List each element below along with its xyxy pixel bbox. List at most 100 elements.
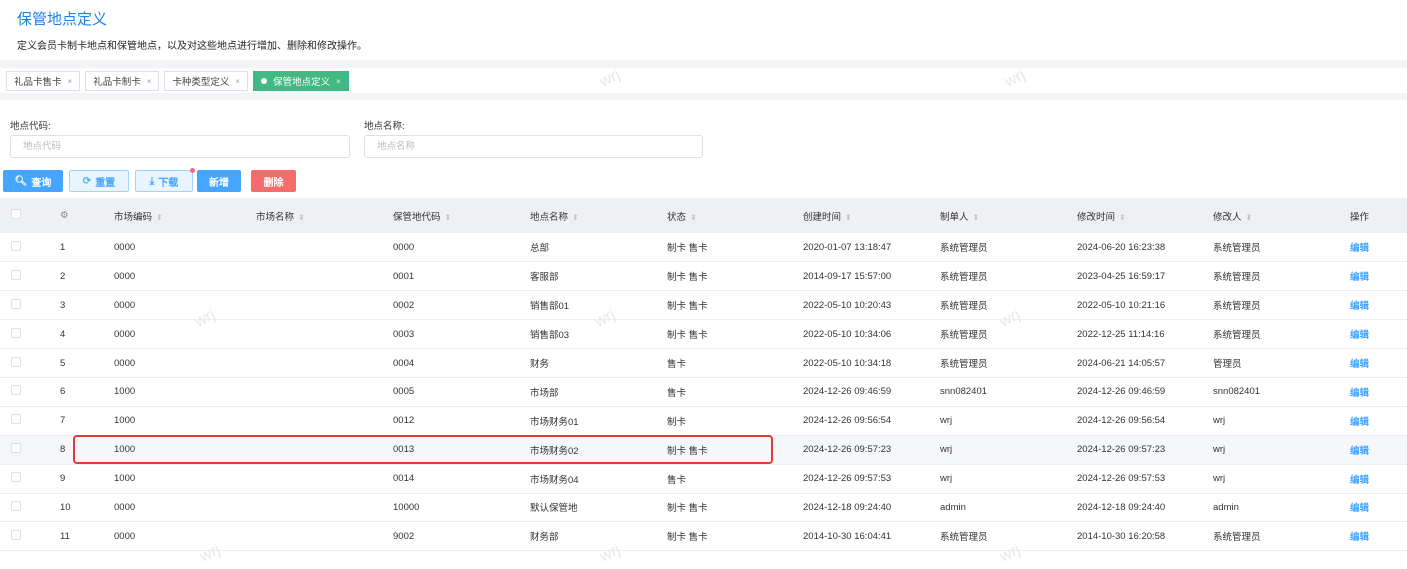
row-checkbox[interactable]	[11, 269, 21, 280]
table-cell: 0000	[100, 319, 242, 350]
table-cell: 0000	[100, 348, 242, 378]
column-header[interactable]: 创建时间 ⬍	[789, 198, 926, 233]
active-dot-icon	[261, 78, 268, 84]
table-row[interactable]: 2 0000 0001 客服部 制卡 售卡 2014-09-17 15:57:00 系统管理…	[0, 261, 1407, 292]
sort-icon[interactable]: ⬍	[445, 213, 452, 222]
table-cell: 0002	[379, 290, 516, 321]
row-checkbox[interactable]	[11, 356, 21, 367]
table-cell: 系统管理员	[1199, 261, 1336, 292]
tab-3[interactable]: 保管地点定义 ×	[253, 71, 349, 91]
table-row[interactable]: 6 1000 0005 市场部 售卡 2024-12-26 09:46:59 snn0824…	[0, 377, 1407, 407]
row-select-cell	[0, 233, 46, 263]
row-checkbox[interactable]	[11, 472, 21, 483]
close-icon[interactable]: ×	[235, 77, 240, 86]
table-cell: 2	[46, 261, 100, 292]
table-row[interactable]: 9 1000 0014 市场财务04 售卡 2024-12-26 09:57:53 wrj 2…	[0, 464, 1407, 494]
table-cell: 2024-12-26 09:46:59	[1063, 377, 1199, 407]
reset-button[interactable]: ⟳ 重置	[69, 170, 129, 192]
delete-button[interactable]: 删除	[251, 170, 296, 192]
edit-link[interactable]: 编辑	[1350, 532, 1369, 543]
sort-icon[interactable]: ⬍	[973, 213, 980, 222]
column-header[interactable]: 市场编码 ⬍	[100, 198, 242, 233]
add-button[interactable]: 新增	[197, 170, 241, 192]
table-cell: 制卡 售卡	[653, 319, 789, 350]
download-button[interactable]: ⤓ 下载	[135, 168, 195, 192]
name-input[interactable]	[364, 135, 703, 158]
table-cell: 默认保管地	[516, 493, 653, 523]
close-icon[interactable]: ×	[68, 77, 73, 86]
column-header[interactable]: 制单人 ⬍	[926, 198, 1063, 233]
tab-bar: 礼品卡售卡 × 礼品卡制卡 × 卡种类型定义 × 保管地点定义 ×	[0, 68, 1407, 93]
edit-link[interactable]: 编辑	[1350, 330, 1369, 341]
page-description: 定义会员卡制卡地点和保管地点，以及对这些地点进行增加、删除和修改操作。	[17, 41, 367, 52]
table-cell: 0003	[379, 319, 516, 350]
sort-icon[interactable]: ⬍	[298, 213, 305, 222]
tab-0[interactable]: 礼品卡售卡 ×	[6, 71, 81, 91]
table-cell: snn082401	[926, 377, 1063, 407]
edit-link[interactable]: 编辑	[1350, 359, 1369, 370]
table-cell: 1	[46, 233, 100, 263]
table-cell	[242, 290, 379, 321]
close-icon[interactable]: ×	[147, 77, 152, 86]
edit-link[interactable]: 编辑	[1350, 446, 1369, 457]
table-row[interactable]: 8 1000 0013 市场财务02 制卡 售卡 2024-12-26 09:57:23 w…	[0, 435, 1407, 465]
table-cell	[242, 233, 379, 263]
edit-link[interactable]: 编辑	[1350, 243, 1369, 254]
tab-1[interactable]: 礼品卡制卡 ×	[85, 71, 160, 91]
row-checkbox[interactable]	[11, 500, 21, 511]
edit-link[interactable]: 编辑	[1350, 272, 1369, 283]
row-checkbox[interactable]	[11, 414, 21, 425]
edit-link[interactable]: 编辑	[1350, 301, 1369, 312]
close-icon[interactable]: ×	[336, 77, 341, 86]
table-cell: wrj	[926, 464, 1063, 494]
column-header[interactable]: 修改时间 ⬍	[1063, 198, 1199, 233]
table-row[interactable]: 4 0000 0003 销售部03 制卡 售卡 2022-05-10 10:34:06 系统…	[0, 319, 1407, 350]
table-row[interactable]: 10 0000 10000 默认保管地 制卡 售卡 2024-12-18 09:24:40…	[0, 493, 1407, 523]
edit-link[interactable]: 编辑	[1350, 388, 1369, 399]
sort-icon[interactable]: ⬍	[845, 213, 852, 222]
sort-icon[interactable]: ⬍	[1246, 213, 1253, 222]
row-checkbox[interactable]	[11, 385, 21, 396]
sort-icon[interactable]: ⬍	[572, 213, 579, 222]
edit-link[interactable]: 编辑	[1350, 503, 1369, 514]
tab-2[interactable]: 卡种类型定义 ×	[164, 71, 249, 91]
table-row[interactable]: 7 1000 0012 市场财务01 制卡 2024-12-26 09:56:54 wrj 2…	[0, 406, 1407, 436]
query-button[interactable]: 🔍︎ 查询	[3, 170, 63, 192]
table-cell: admin	[1199, 493, 1336, 523]
row-checkbox[interactable]	[11, 298, 21, 309]
row-select-cell	[0, 319, 46, 350]
table-cell: 制卡 售卡	[653, 435, 789, 465]
table-cell: wrj	[1199, 406, 1336, 436]
table-cell: 2022-05-10 10:20:43	[789, 290, 926, 321]
table-row[interactable]: 5 0000 0004 财务 售卡 2022-05-10 10:34:18 系统管理员 202…	[0, 348, 1407, 378]
table-cell: 2022-05-10 10:21:16	[1063, 290, 1199, 321]
table-cell: wrj	[926, 406, 1063, 436]
row-checkbox[interactable]	[11, 240, 21, 251]
code-input[interactable]	[10, 135, 350, 158]
table-cell: 0000	[100, 233, 242, 263]
row-checkbox[interactable]	[11, 529, 21, 540]
sort-icon[interactable]: ⬍	[156, 213, 163, 222]
download-icon: ⤓	[149, 175, 155, 187]
edit-link[interactable]: 编辑	[1350, 417, 1369, 428]
table-row[interactable]: 11 0000 9002 财务部 制卡 售卡 2014-10-30 16:04:41 系统管…	[0, 521, 1407, 552]
table-cell: 0000	[100, 261, 242, 292]
edit-link[interactable]: 编辑	[1350, 475, 1369, 486]
actions-cell: 编辑	[1336, 435, 1407, 465]
column-header[interactable]: 市场名称 ⬍	[242, 198, 379, 233]
row-checkbox[interactable]	[11, 443, 21, 454]
column-header[interactable]: 地点名称 ⬍	[516, 198, 653, 233]
sort-icon[interactable]: ⬍	[1119, 213, 1126, 222]
table-cell: 0004	[379, 348, 516, 378]
table-cell: 2024-06-21 14:05:57	[1063, 348, 1199, 378]
row-select-cell	[0, 377, 46, 407]
column-header[interactable]: 保管地代码 ⬍	[379, 198, 516, 233]
table-row[interactable]: 3 0000 0002 销售部01 制卡 售卡 2022-05-10 10:20:43 系统…	[0, 290, 1407, 321]
sort-icon[interactable]: ⬍	[690, 213, 697, 222]
select-all-checkbox[interactable]	[11, 209, 21, 219]
settings-icon[interactable]: ⚙	[60, 210, 69, 221]
row-checkbox[interactable]	[11, 327, 21, 338]
table-row[interactable]: 1 0000 0000 总部 制卡 售卡 2020-01-07 13:18:47 系统管理员…	[0, 233, 1407, 263]
column-header[interactable]: 状态 ⬍	[653, 198, 789, 233]
column-header[interactable]: 修改人 ⬍	[1199, 198, 1336, 233]
